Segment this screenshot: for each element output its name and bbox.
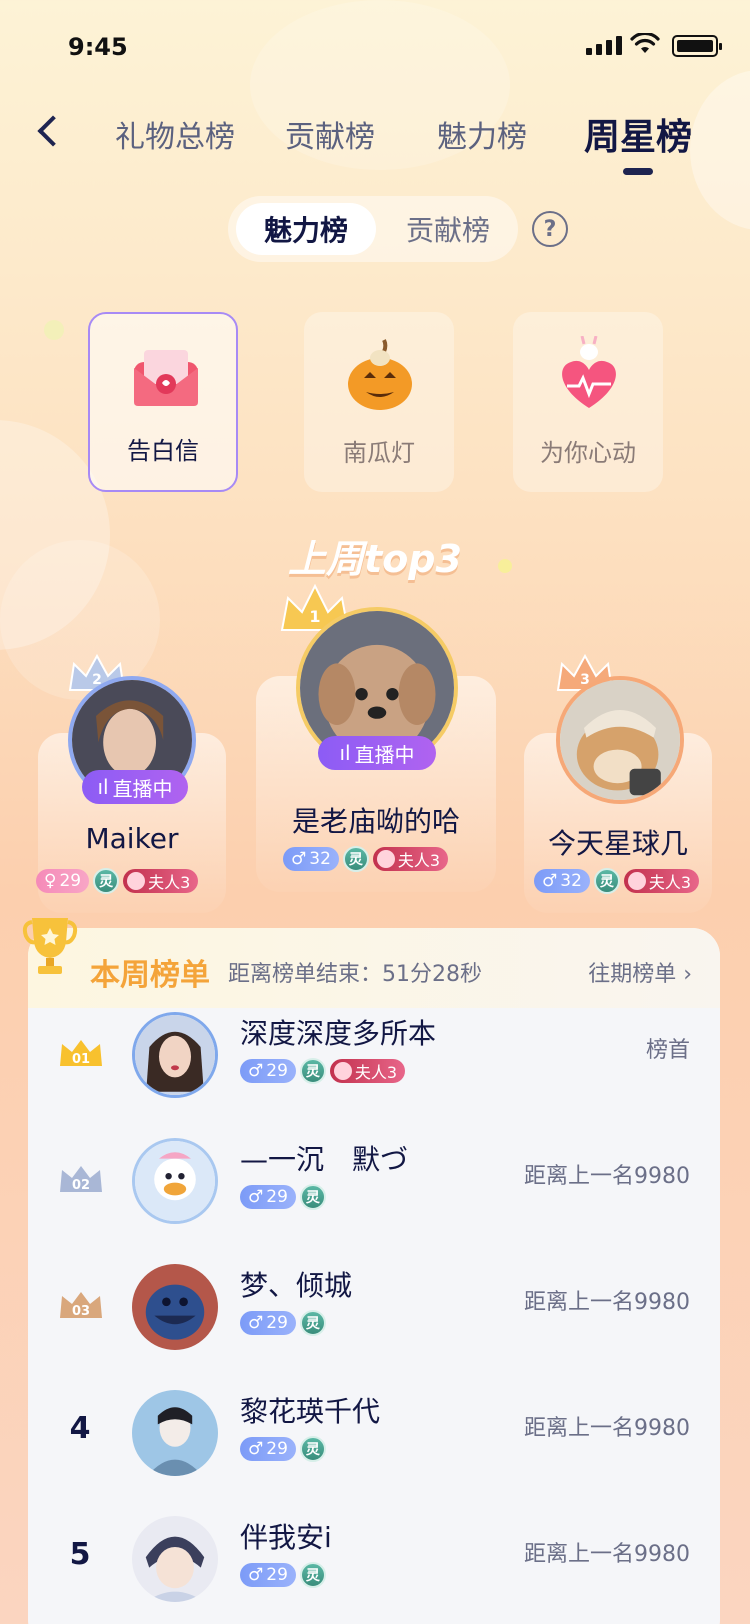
tab-contribution[interactable]: 贡献榜: [285, 112, 375, 156]
level-badge: 灵: [93, 868, 120, 894]
title-badge: 夫人3: [329, 1059, 406, 1083]
gold-crown-icon: 01: [60, 1040, 102, 1067]
svg-text:1: 1: [309, 607, 320, 626]
active-tab-indicator: [623, 168, 653, 175]
svg-text:02: 02: [72, 1178, 90, 1193]
user-badges: ♀ 29 灵 夫人3: [36, 868, 199, 894]
segment-charm[interactable]: 魅力榜: [236, 203, 376, 255]
gender-age-chip: ♂ 29: [240, 1311, 296, 1335]
gender-age-chip: ♂ 32: [283, 847, 339, 871]
user-badges: ♂ 29 灵: [240, 1310, 326, 1336]
ranking-row[interactable]: 03 梦、倾城 ♂ 29 灵 距离上一名9980: [28, 1244, 720, 1370]
wifi-icon: [630, 33, 660, 53]
user-name[interactable]: Maiker: [38, 822, 226, 855]
rose-icon: [627, 872, 646, 890]
history-ranking-link[interactable]: 往期榜单 ›: [588, 956, 692, 988]
user-badges: ♂ 29 灵: [240, 1184, 326, 1210]
rank-gap-text: 距离上一名9980: [524, 1416, 690, 1441]
user-name[interactable]: 是老庙呦的哈: [256, 800, 496, 840]
bronze-crown-icon: 03: [60, 1292, 102, 1319]
gift-label: 为你心动: [540, 439, 636, 467]
title-badge: 夫人3: [123, 869, 199, 893]
level-badge: 灵: [593, 868, 620, 894]
last-week-top3-title: 上周top3: [288, 537, 462, 581]
gift-card-heartbeat[interactable]: 为你心动: [513, 312, 663, 492]
gift-card-pumpkin[interactable]: 南瓜灯: [304, 312, 454, 492]
countdown-text: 距离榜单结束：51分28秒: [228, 962, 482, 987]
gender-age-chip: ♂ 29: [240, 1185, 296, 1209]
silver-crown-icon: 02: [60, 1166, 102, 1193]
user-name: —一沉 默づ: [240, 1143, 409, 1176]
ranking-row[interactable]: 01 深度深度多所本 ♂ 29 灵 夫人3 榜首: [28, 992, 720, 1118]
gender-age-chip: ♂ 32: [534, 869, 590, 893]
level-badge: 灵: [299, 1310, 326, 1336]
heartbeat-icon: [562, 336, 616, 408]
rank-gap-text: 距离上一名9980: [524, 1542, 690, 1567]
user-badges: ♂ 29 灵: [240, 1562, 326, 1588]
live-badge: ıl 直播中: [318, 736, 436, 770]
ranking-row[interactable]: 4 黎花瑛千代 ♂ 29 灵 距离上一名9980: [28, 1370, 720, 1496]
user-name: 黎花瑛千代: [240, 1395, 381, 1428]
gift-card-love-letter[interactable]: 告白信: [88, 312, 238, 492]
panel-title: 本周榜单: [90, 958, 210, 993]
user-badges: ♂ 29 灵: [240, 1436, 326, 1462]
avatar[interactable]: [132, 1012, 218, 1098]
rose-icon: [127, 872, 146, 890]
level-badge: 灵: [299, 1562, 326, 1588]
title-badge: 夫人3: [623, 869, 700, 893]
user-badges: ♂ 29 灵 夫人3: [240, 1058, 406, 1084]
avatar[interactable]: [132, 1264, 218, 1350]
gender-age-chip: ♂ 29: [240, 1059, 296, 1083]
weekly-ranking-panel: 本周榜单 距离榜单结束：51分28秒 往期榜单 › 01 深度深度多所本 ♂ 29…: [28, 928, 720, 1624]
gender-age-chip: ♂ 29: [240, 1437, 296, 1461]
segment-control: 魅力榜 贡献榜: [228, 196, 518, 262]
love-letter-icon: [134, 350, 198, 406]
user-name[interactable]: 今天星球几: [524, 822, 712, 862]
user-name: 梦、倾城: [240, 1269, 353, 1302]
avatar[interactable]: [132, 1390, 218, 1476]
user-name: 伴我安i: [240, 1521, 332, 1554]
rank-gap-text: 榜首: [645, 1038, 690, 1063]
trophy-icon: [22, 918, 78, 974]
user-badges: ♂ 32 灵 夫人3: [283, 846, 449, 872]
rank-number: 5: [69, 1536, 91, 1572]
title-badge: 夫人3: [372, 847, 449, 871]
level-badge: 灵: [299, 1058, 326, 1084]
rank-number: 4: [69, 1410, 91, 1446]
user-name: 深度深度多所本: [240, 1017, 437, 1050]
ranking-row[interactable]: 02 —一沉 默づ ♂ 29 灵 距离上一名9980: [28, 1118, 720, 1244]
level-badge: 灵: [299, 1184, 326, 1210]
level-badge: 灵: [342, 846, 369, 872]
help-icon[interactable]: ?: [532, 211, 568, 247]
ranking-row[interactable]: 5 伴我安i ♂ 29 灵 距离上一名9980: [28, 1496, 720, 1622]
rank-gap-text: 距离上一名9980: [524, 1290, 690, 1315]
tab-weekly-star[interactable]: 周星榜: [584, 108, 692, 160]
user-badges: ♂ 32 灵 夫人3: [534, 868, 700, 894]
back-button[interactable]: [30, 112, 66, 152]
tab-charm[interactable]: 魅力榜: [437, 112, 527, 156]
svg-text:01: 01: [72, 1052, 90, 1067]
svg-text:03: 03: [72, 1304, 90, 1319]
battery-icon: [672, 35, 722, 57]
gift-label: 告白信: [127, 437, 199, 465]
signal-icon: [586, 36, 622, 55]
tab-gift-total[interactable]: 礼物总榜: [115, 112, 235, 156]
segment-contribution[interactable]: 贡献榜: [378, 203, 518, 255]
avatar[interactable]: [132, 1516, 218, 1602]
rank-gap-text: 距离上一名9980: [524, 1164, 690, 1189]
rose-icon: [376, 850, 395, 868]
clock: 9:45: [68, 33, 128, 61]
avatar[interactable]: [556, 676, 684, 804]
gender-age-chip: ♀ 29: [36, 869, 90, 893]
rose-icon: [333, 1062, 352, 1080]
gender-age-chip: ♂ 29: [240, 1563, 296, 1587]
level-badge: 灵: [299, 1436, 326, 1462]
status-bar: 9:45: [0, 0, 750, 94]
avatar[interactable]: [132, 1138, 218, 1224]
live-badge: ıl 直播中: [82, 770, 188, 804]
pumpkin-lantern-icon: [348, 339, 412, 410]
gift-label: 南瓜灯: [343, 439, 415, 467]
